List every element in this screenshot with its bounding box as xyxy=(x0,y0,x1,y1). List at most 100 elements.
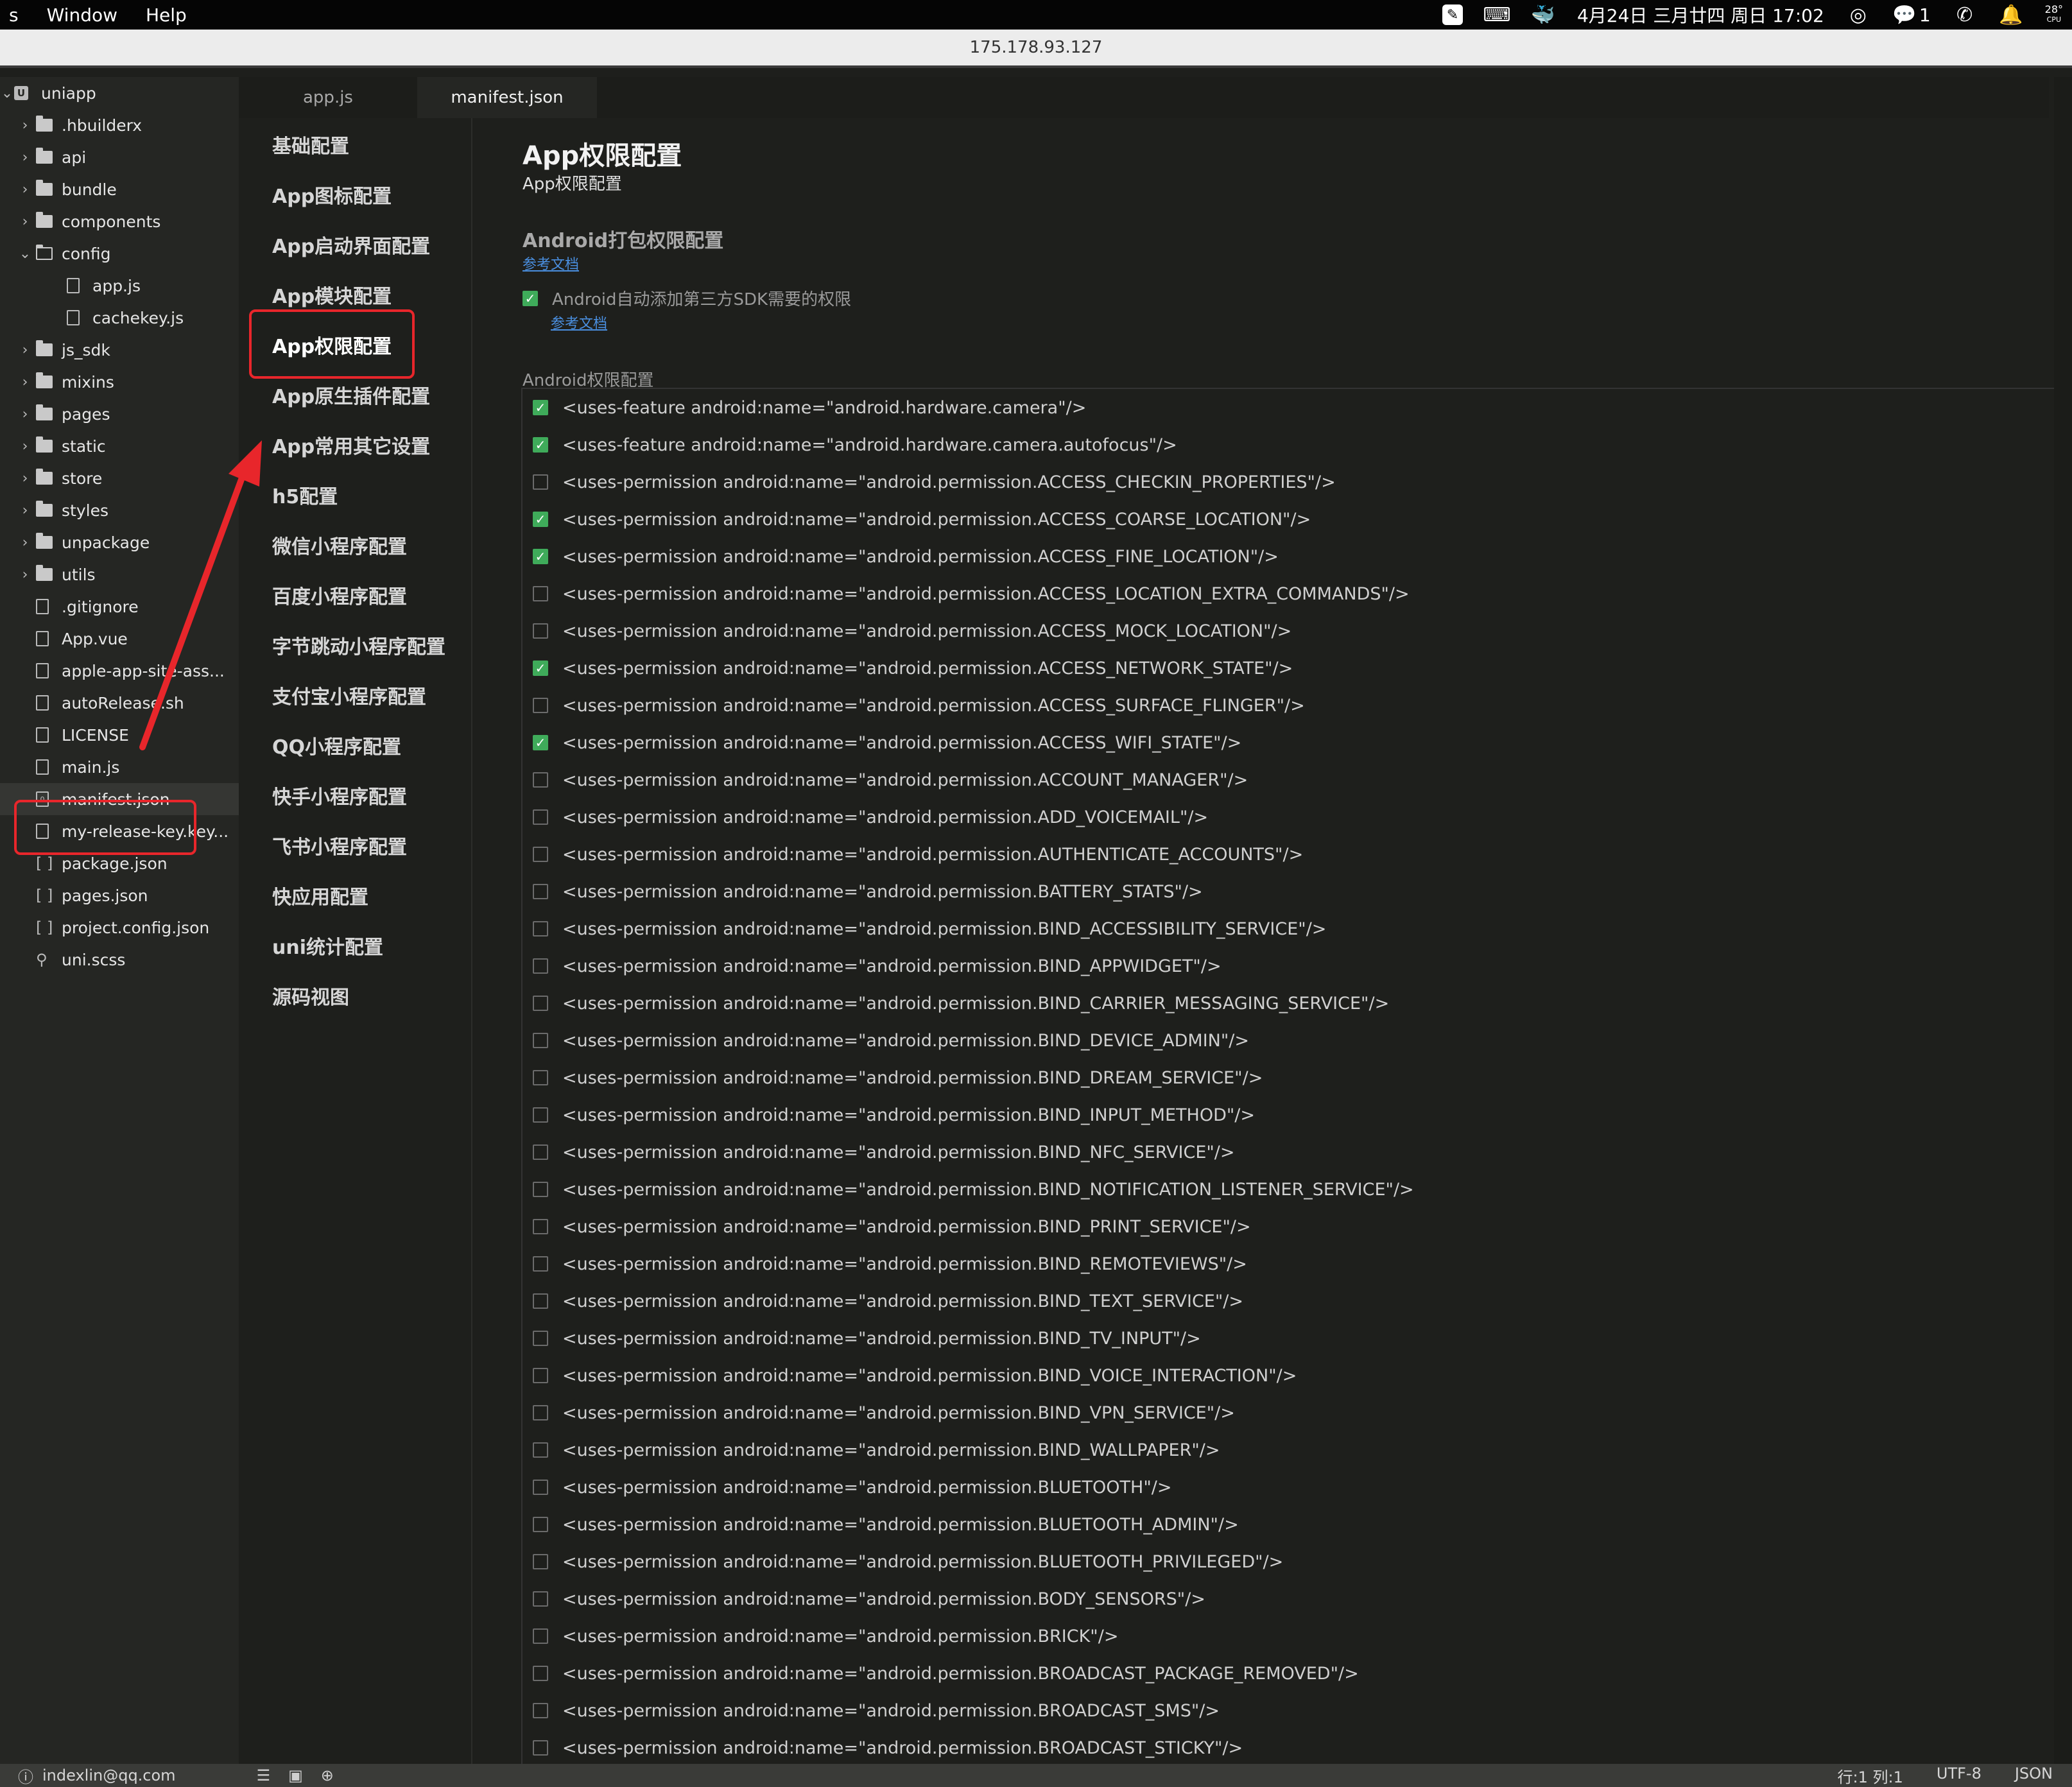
chevron-right-icon[interactable]: › xyxy=(14,567,36,583)
permission-checkbox[interactable]: ✓ xyxy=(533,549,548,564)
permission-row[interactable]: ✓ <uses-permission android:name="android.… xyxy=(522,724,2059,761)
permission-row[interactable]: <uses-permission android:name="android.p… xyxy=(522,575,2059,612)
permission-row[interactable]: ✓ <uses-feature android:name="android.har… xyxy=(522,389,2059,426)
permission-row[interactable]: ✓ <uses-feature android:name="android.har… xyxy=(522,426,2059,463)
nav-item-9[interactable]: 百度小程序配置 xyxy=(239,570,471,620)
controller-icon[interactable]: ⌨ xyxy=(1483,3,1510,27)
menu-item-app[interactable]: s xyxy=(9,4,19,26)
permission-checkbox[interactable] xyxy=(533,1033,548,1048)
tree-item-apple-app-site-ass[interactable]: apple-app-site-ass... xyxy=(0,655,239,687)
tree-item-static[interactable]: › static xyxy=(0,430,239,462)
tree-item-components[interactable]: › components xyxy=(0,205,239,237)
permission-checkbox[interactable] xyxy=(533,996,548,1011)
tree-item-app-vue[interactable]: App.vue xyxy=(0,623,239,655)
tree-item-uni-scss[interactable]: ⚲ uni.scss xyxy=(0,944,239,976)
permission-checkbox[interactable] xyxy=(533,698,548,713)
permission-row[interactable]: <uses-permission android:name="android.p… xyxy=(522,1320,2059,1357)
permission-checkbox[interactable] xyxy=(533,921,548,937)
tree-item-api[interactable]: › api xyxy=(0,141,239,173)
permission-row[interactable]: <uses-permission android:name="android.p… xyxy=(522,1506,2059,1543)
permission-row[interactable]: <uses-permission android:name="android.p… xyxy=(522,1022,2059,1059)
permission-row[interactable]: <uses-permission android:name="android.p… xyxy=(522,463,2059,501)
permission-checkbox[interactable] xyxy=(533,623,548,639)
chevron-right-icon[interactable]: › xyxy=(14,535,36,551)
nav-item-11[interactable]: 支付宝小程序配置 xyxy=(239,670,471,720)
tree-item-autorelease-sh[interactable]: autoRelease.sh xyxy=(0,687,239,719)
tree-item-app-js[interactable]: app.js xyxy=(0,270,239,302)
chevron-right-icon[interactable]: › xyxy=(14,342,36,358)
permission-row[interactable]: <uses-permission android:name="android.p… xyxy=(522,1282,2059,1320)
permission-row[interactable]: ✓ <uses-permission android:name="android.… xyxy=(522,501,2059,538)
permission-checkbox[interactable] xyxy=(533,474,548,490)
nav-item-2[interactable]: App启动界面配置 xyxy=(239,220,471,270)
tree-item-js-sdk[interactable]: › js_sdk xyxy=(0,334,239,366)
menu-item-help[interactable]: Help xyxy=(146,4,187,26)
nav-item-7[interactable]: h5配置 xyxy=(239,470,471,520)
nav-item-12[interactable]: QQ小程序配置 xyxy=(239,720,471,770)
permission-row[interactable]: <uses-permission android:name="android.p… xyxy=(522,1096,2059,1134)
tree-item-unpackage[interactable]: › unpackage xyxy=(0,526,239,558)
tab-app-js[interactable]: app.js xyxy=(239,77,417,118)
permission-row[interactable]: <uses-permission android:name="android.p… xyxy=(522,1580,2059,1618)
permission-checkbox[interactable] xyxy=(533,772,548,788)
nav-item-14[interactable]: 飞书小程序配置 xyxy=(239,820,471,870)
chevron-right-icon[interactable]: › xyxy=(14,214,36,230)
file-encoding[interactable]: UTF-8 xyxy=(1937,1765,1981,1787)
permission-checkbox[interactable]: ✓ xyxy=(533,437,548,453)
doc-link-sdk[interactable]: 参考文档 xyxy=(551,312,607,332)
chevron-down-icon[interactable]: ⌄ xyxy=(14,246,36,262)
permission-checkbox[interactable] xyxy=(533,1740,548,1756)
chat-notification[interactable]: 💬 1 xyxy=(1892,3,1931,27)
tree-item-main-js[interactable]: main.js xyxy=(0,751,239,783)
permission-checkbox[interactable] xyxy=(533,809,548,825)
nav-item-10[interactable]: 字节跳动小程序配置 xyxy=(239,620,471,670)
tree-item-config[interactable]: ⌄ config xyxy=(0,237,239,270)
vertical-scrollbar[interactable] xyxy=(2054,77,2072,1764)
nav-item-17[interactable]: 源码视图 xyxy=(239,971,471,1021)
doc-link-android-permissions[interactable]: 参考文档 xyxy=(522,253,579,273)
script-editor-icon[interactable]: ✎ xyxy=(1442,4,1463,25)
nav-item-16[interactable]: uni统计配置 xyxy=(239,920,471,971)
permission-row[interactable]: <uses-permission android:name="android.p… xyxy=(522,947,2059,985)
tree-item-pages[interactable]: › pages xyxy=(0,398,239,430)
globe-icon[interactable]: ⊕ xyxy=(321,1766,334,1784)
chevron-right-icon[interactable]: › xyxy=(14,117,36,134)
permission-row[interactable]: <uses-permission android:name="android.p… xyxy=(522,1134,2059,1171)
qq-icon[interactable]: ◎ xyxy=(1846,3,1870,27)
permission-checkbox[interactable] xyxy=(533,1144,548,1160)
bell-icon[interactable]: 🔔 xyxy=(1999,3,2023,27)
tree-item-license[interactable]: LICENSE xyxy=(0,719,239,751)
chevron-down-icon[interactable]: ⌄ xyxy=(0,85,14,101)
tree-item-hbuilderx[interactable]: › .hbuilderx xyxy=(0,109,239,141)
permission-checkbox[interactable]: ✓ xyxy=(533,660,548,676)
permission-checkbox[interactable] xyxy=(533,1591,548,1607)
tree-item-gitignore[interactable]: .gitignore xyxy=(0,591,239,623)
chevron-right-icon[interactable]: › xyxy=(14,150,36,166)
permission-checkbox[interactable] xyxy=(533,1107,548,1123)
permission-checkbox[interactable] xyxy=(533,1293,548,1309)
permission-checkbox[interactable]: ✓ xyxy=(533,400,548,415)
permission-row[interactable]: <uses-permission android:name="android.p… xyxy=(522,873,2059,910)
permission-row[interactable]: <uses-permission android:name="android.p… xyxy=(522,612,2059,650)
permission-checkbox[interactable] xyxy=(533,1405,548,1420)
permission-checkbox[interactable] xyxy=(533,847,548,862)
chevron-right-icon[interactable]: › xyxy=(14,503,36,519)
permission-row[interactable]: <uses-permission android:name="android.p… xyxy=(522,761,2059,799)
sdk-permission-checkbox[interactable]: ✓ xyxy=(522,290,538,306)
nav-item-1[interactable]: App图标配置 xyxy=(239,169,471,220)
permission-checkbox[interactable] xyxy=(533,1256,548,1272)
permission-checkbox[interactable] xyxy=(533,1554,548,1569)
wechat-icon[interactable]: ✆ xyxy=(1953,3,1977,27)
chevron-right-icon[interactable]: › xyxy=(14,406,36,422)
tree-item-project-config-json[interactable]: [ ] project.config.json xyxy=(0,911,239,944)
permission-row[interactable]: ✓ <uses-permission android:name="android.… xyxy=(522,650,2059,687)
tree-item-pages-json[interactable]: [ ] pages.json xyxy=(0,879,239,911)
permission-checkbox[interactable] xyxy=(533,1368,548,1383)
permission-checkbox[interactable] xyxy=(533,1480,548,1495)
permission-checkbox[interactable] xyxy=(533,1331,548,1346)
permission-row[interactable]: <uses-permission android:name="android.p… xyxy=(522,836,2059,873)
permission-row[interactable]: <uses-permission android:name="android.p… xyxy=(522,1208,2059,1245)
chevron-right-icon[interactable]: › xyxy=(14,470,36,487)
permission-row[interactable]: <uses-permission android:name="android.p… xyxy=(522,1059,2059,1096)
tree-root-uniapp[interactable]: ⌄ U uniapp xyxy=(0,77,239,109)
